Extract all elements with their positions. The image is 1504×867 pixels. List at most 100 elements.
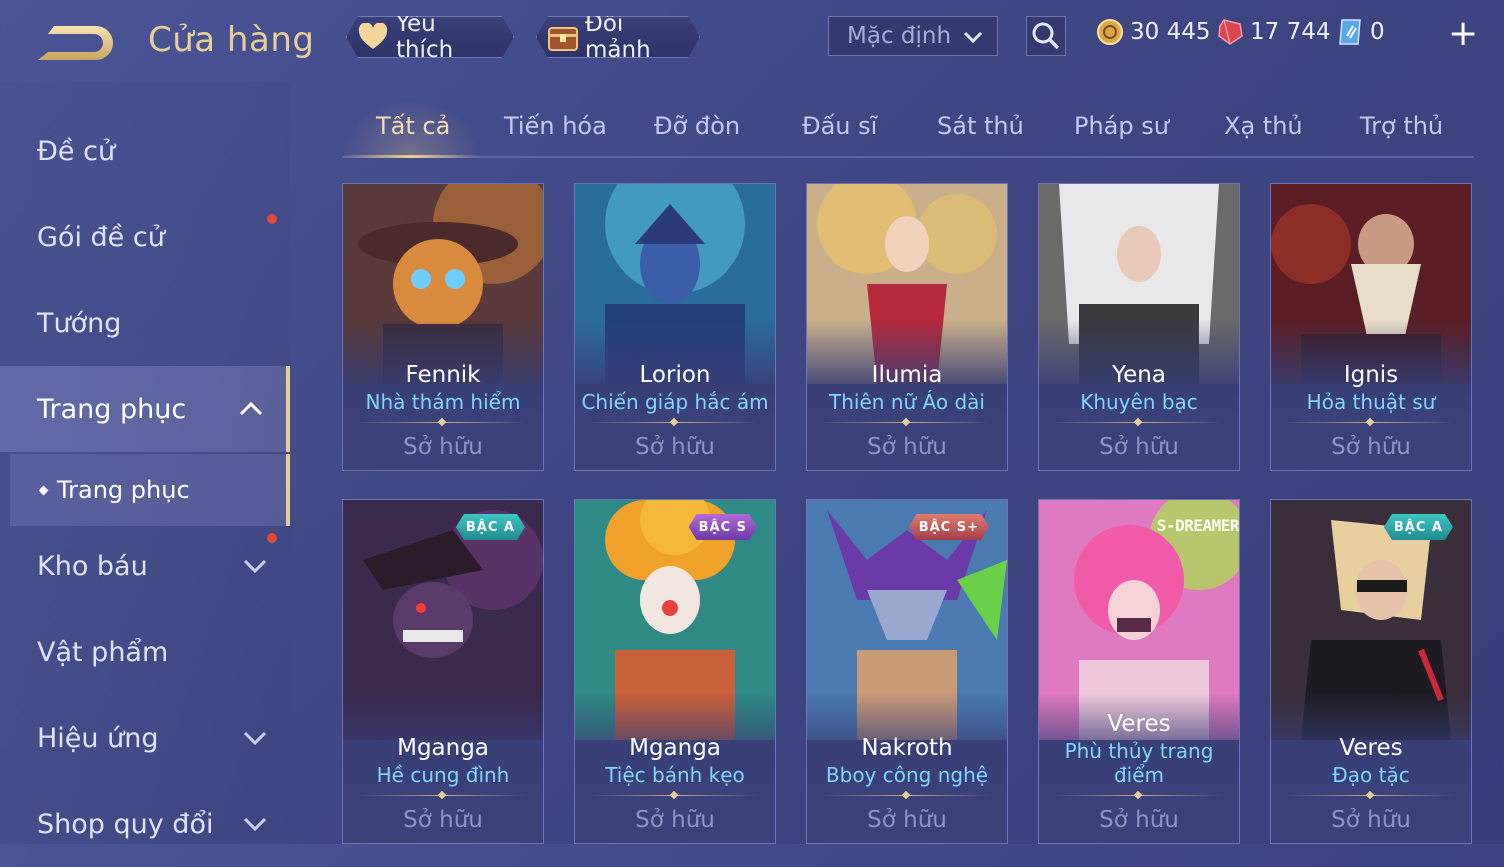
card-info: Veres Phù thủy trang điểm Sở hữu — [1039, 709, 1239, 843]
tab-assassin[interactable]: Sát thủ — [937, 112, 1024, 140]
card-info: Yena Khuyên bạc Sở hữu — [1039, 360, 1239, 470]
gold-coin-icon — [1097, 19, 1123, 45]
tier-badge: BẬC S — [689, 514, 757, 540]
add-currency-button[interactable]: + — [1448, 14, 1478, 54]
card-info: Veres Đạo tặc Sở hữu — [1271, 733, 1471, 843]
shard-exchange-button[interactable]: Đổi mảnh — [536, 16, 700, 58]
divider — [358, 418, 528, 428]
skin-name: Khuyên bạc — [1080, 390, 1198, 414]
favorites-button[interactable]: Yêu thích — [346, 16, 514, 58]
sidebar-subitem-skins[interactable]: Trang phục — [10, 454, 290, 526]
sidebar-item-label: Hiệu ứng — [37, 722, 159, 754]
divider — [822, 791, 992, 801]
card-info: Mganga Hề cung đình Sở hữu — [343, 733, 543, 843]
currency-bar: 30 445 17 744 0 + — [1088, 12, 1498, 56]
sidebar-item-recommended-packs[interactable]: Gói đề cử — [0, 194, 290, 280]
tab-all[interactable]: Tất cả — [376, 112, 450, 140]
owned-status: Sở hữu — [1331, 807, 1411, 833]
skin-name: Tiệc bánh kẹo — [605, 763, 745, 787]
sidebar-item-label: Gói đề cử — [37, 221, 165, 253]
active-tab-underline — [342, 155, 480, 158]
chevron-up-icon — [239, 401, 263, 416]
search-icon — [1032, 22, 1060, 50]
card-info: Ignis Hỏa thuật sư Sở hữu — [1271, 360, 1471, 470]
back-arrow-icon[interactable] — [34, 22, 118, 64]
sidebar-item-label: Vật phẩm — [37, 636, 169, 668]
search-button[interactable] — [1026, 16, 1066, 56]
skin-card[interactable]: Ilumia Thiên nữ Áo dài Sở hữu — [806, 183, 1008, 471]
sidebar-item-heroes[interactable]: Tướng — [0, 280, 290, 366]
owned-status: Sở hữu — [1099, 434, 1179, 460]
page-title: Cửa hàng — [148, 20, 315, 60]
sidebar-item-effects[interactable]: Hiệu ứng — [0, 695, 290, 781]
chevron-down-icon — [243, 559, 267, 574]
divider — [1286, 418, 1456, 428]
tab-mage[interactable]: Pháp sư — [1074, 112, 1169, 140]
card-info: Lorion Chiến giáp hắc ám Sở hữu — [575, 360, 775, 470]
sidebar-item-label: Shop quy đổi — [37, 808, 214, 840]
skin-grid: Fennik Nhà thám hiểm Sở hữu Lorion Chiến… — [342, 183, 1474, 844]
sidebar-item-skins[interactable]: Trang phục — [0, 366, 290, 452]
card-info: Fennik Nhà thám hiểm Sở hữu — [343, 360, 543, 470]
hero-name: Ilumia — [871, 362, 943, 388]
owned-status: Sở hữu — [1099, 807, 1179, 833]
divider — [590, 791, 760, 801]
owned-status: Sở hữu — [403, 807, 483, 833]
tier-badge: BẬC A — [456, 514, 525, 540]
skin-card[interactable]: BẬC S Mganga Tiệc bánh kẹo Sở hữu — [574, 499, 776, 844]
hero-name: Veres — [1107, 711, 1171, 737]
divider — [1054, 418, 1224, 428]
tab-evolution[interactable]: Tiến hóa — [504, 112, 607, 140]
divider — [822, 418, 992, 428]
card-info: Ilumia Thiên nữ Áo dài Sở hữu — [807, 360, 1007, 470]
sidebar-item-recommended[interactable]: Đề cử — [0, 108, 290, 194]
heart-icon — [357, 20, 390, 54]
skin-card[interactable]: Yena Khuyên bạc Sở hữu — [1038, 183, 1240, 471]
divider — [1286, 791, 1456, 801]
card-info: Nakroth Bboy công nghệ Sở hữu — [807, 733, 1007, 843]
tab-fighter[interactable]: Đấu sĩ — [802, 112, 877, 140]
chevron-down-icon — [243, 731, 267, 746]
owned-status: Sở hữu — [867, 807, 947, 833]
skin-name: Nhà thám hiểm — [365, 390, 521, 414]
sort-value: Mặc định — [847, 23, 952, 49]
red-gem-icon — [1218, 19, 1243, 45]
skin-card[interactable]: BẬC A Veres Đạo tặc Sở hữu — [1270, 499, 1472, 844]
sidebar-item-exchange-shop[interactable]: Shop quy đổi — [0, 781, 290, 867]
skin-name: Bboy công nghệ — [825, 763, 989, 787]
skin-card[interactable]: Lorion Chiến giáp hắc ám Sở hữu — [574, 183, 776, 471]
skin-name: Hỏa thuật sư — [1306, 390, 1436, 414]
divider — [358, 791, 528, 801]
sidebar-item-treasure[interactable]: Kho báu — [0, 523, 290, 609]
gold-balance: 30 445 — [1096, 18, 1210, 46]
owned-status: Sở hữu — [1331, 434, 1411, 460]
voucher-amount: 0 — [1370, 19, 1385, 45]
skin-card[interactable]: BẬC S+ Nakroth Bboy công nghệ Sở hữu — [806, 499, 1008, 844]
tab-marksman[interactable]: Xạ thủ — [1224, 112, 1303, 140]
tab-support[interactable]: Trợ thủ — [1360, 112, 1443, 140]
sidebar-item-items[interactable]: Vật phẩm — [0, 609, 290, 695]
tier-badge: BẬC A — [1384, 514, 1453, 540]
skin-card[interactable]: BẬC A Mganga Hề cung đình Sở hữu — [342, 499, 544, 844]
divider — [590, 418, 760, 428]
voucher-balance: 0 — [1338, 18, 1385, 46]
hero-name: Lorion — [639, 362, 711, 388]
card-info: Mganga Tiệc bánh kẹo Sở hữu — [575, 733, 775, 843]
hero-name: Ignis — [1343, 362, 1399, 388]
skin-card[interactable]: S-DREAMER Veres Phù thủy trang điểm Sở h… — [1038, 499, 1240, 844]
sort-dropdown[interactable]: Mặc định — [828, 16, 998, 56]
skin-name: Thiên nữ Áo dài — [829, 390, 985, 414]
sidebar-item-label: Đề cử — [37, 135, 116, 167]
skin-card[interactable]: Fennik Nhà thám hiểm Sở hữu — [342, 183, 544, 471]
skin-card[interactable]: Ignis Hỏa thuật sư Sở hữu — [1270, 183, 1472, 471]
role-tabs: Tất cả Tiến hóa Đỡ đòn Đấu sĩ Sát thủ Ph… — [342, 100, 1474, 158]
tier-badge: BẬC S+ — [909, 514, 989, 540]
owned-status: Sở hữu — [635, 434, 715, 460]
owned-status: Sở hữu — [403, 434, 483, 460]
divider — [1054, 791, 1224, 801]
sidebar: Đề cử Gói đề cử Tướng Trang phục Trang p… — [0, 82, 290, 844]
treasure-chest-icon — [547, 20, 579, 54]
notification-dot — [267, 533, 277, 543]
tab-tank[interactable]: Đỡ đòn — [654, 112, 740, 140]
sidebar-subitem-label: Trang phục — [57, 476, 190, 504]
